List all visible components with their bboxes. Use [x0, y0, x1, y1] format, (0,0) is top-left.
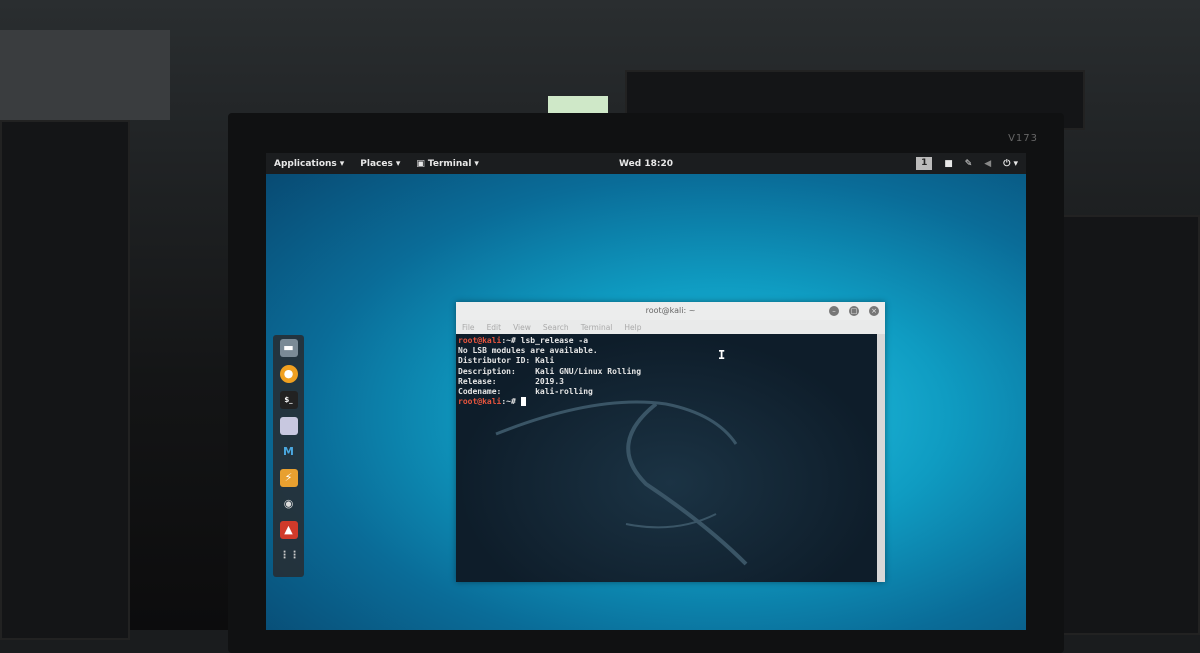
monitor-label: V173 — [1008, 133, 1038, 144]
prompt-suffix: :~# — [501, 336, 521, 345]
terminal-output[interactable]: root@kali:~# lsb_release -a No LSB modul… — [456, 334, 885, 582]
show-apps-icon[interactable]: ⋮⋮ — [280, 547, 300, 565]
terminal-line: root@kali:~# — [458, 397, 883, 407]
background-shelf — [0, 30, 170, 120]
files-icon[interactable]: ▬ — [279, 339, 298, 357]
chevron-down-icon: ▾ — [395, 158, 401, 169]
menu-terminal[interactable]: Terminal — [581, 323, 613, 332]
terminal-app-menu[interactable]: ▣ Terminal ▾ — [416, 159, 479, 169]
terminal-line: No LSB modules are available. — [458, 346, 598, 356]
volume-icon[interactable]: ◀ — [984, 159, 991, 169]
prompt-suffix: :~# — [501, 397, 521, 407]
menu-search[interactable]: Search — [543, 323, 569, 332]
terminal-window[interactable]: root@kali: ~ – □ × File Edit View Search… — [456, 302, 885, 582]
applications-label: Applications — [274, 158, 337, 169]
firefox-icon[interactable]: ● — [279, 365, 298, 383]
chevron-down-icon: ▾ — [339, 158, 345, 169]
menu-view[interactable]: View — [513, 323, 531, 332]
terminal-icon[interactable]: $_ — [279, 391, 298, 409]
cherrytree-icon[interactable]: ▲ — [279, 521, 298, 539]
terminal-line: root@kali:~# lsb_release -a — [458, 336, 883, 346]
places-menu[interactable]: Places ▾ — [360, 159, 400, 169]
background-light — [548, 96, 608, 114]
maximize-icon[interactable]: □ — [849, 306, 859, 316]
power-icon[interactable]: ⏻ ▾ — [1003, 159, 1018, 169]
terminal-line: Codename: kali-rolling — [458, 387, 593, 397]
workspace-indicator[interactable]: 1 — [916, 157, 933, 170]
metasploit-icon[interactable]: M — [280, 443, 298, 461]
dock: ▬ ● $_ M ⚡ ◉ ▲ ⋮⋮ — [273, 335, 304, 577]
places-label: Places — [360, 158, 393, 169]
pen-icon[interactable]: ✎ — [965, 159, 973, 169]
text-cursor — [520, 397, 526, 407]
prompt-user: root@kali — [458, 336, 502, 345]
prompt-user: root@kali — [458, 397, 502, 407]
menu-help[interactable]: Help — [624, 323, 641, 332]
burpsuite-icon[interactable]: ⚡ — [279, 469, 298, 487]
terminal-line: Description: Kali GNU/Linux Rolling — [458, 366, 642, 376]
chevron-down-icon: ▾ — [474, 158, 479, 169]
window-title: root@kali: ~ — [645, 306, 696, 315]
background-monitor-left — [0, 120, 130, 640]
command-text: lsb_release -a — [520, 336, 589, 345]
terminal-menubar: File Edit View Search Terminal Help — [456, 320, 885, 334]
desktop-screen: Applications ▾ Places ▾ ▣ Terminal ▾ Wed 18:… — [266, 153, 1026, 630]
ibeam-cursor-icon: I — [718, 348, 726, 362]
terminal-label: Terminal — [427, 158, 472, 169]
close-icon[interactable]: × — [869, 306, 879, 316]
zenmap-icon[interactable]: ◉ — [280, 495, 298, 513]
background-monitor-right — [1060, 215, 1200, 635]
kali-dragon-watermark — [495, 400, 748, 566]
scrollbar[interactable] — [877, 334, 885, 582]
terminal-line: Release: 2019.3 — [458, 376, 564, 386]
minimize-icon[interactable]: – — [829, 306, 839, 316]
terminal-line: Distributor ID: Kali — [458, 356, 555, 366]
top-panel: Applications ▾ Places ▾ ▣ Terminal ▾ Wed 18:… — [266, 153, 1026, 174]
menu-edit[interactable]: Edit — [487, 323, 502, 332]
applications-menu[interactable]: Applications ▾ — [274, 159, 344, 169]
notes-icon[interactable] — [279, 417, 298, 435]
terminal-titlebar[interactable]: root@kali: ~ – □ × — [456, 302, 885, 320]
clock[interactable]: Wed 18:20 — [619, 159, 673, 169]
menu-file[interactable]: File — [462, 323, 475, 332]
video-icon[interactable]: ■ — [944, 159, 953, 169]
terminal-icon: ▣ — [416, 158, 425, 169]
